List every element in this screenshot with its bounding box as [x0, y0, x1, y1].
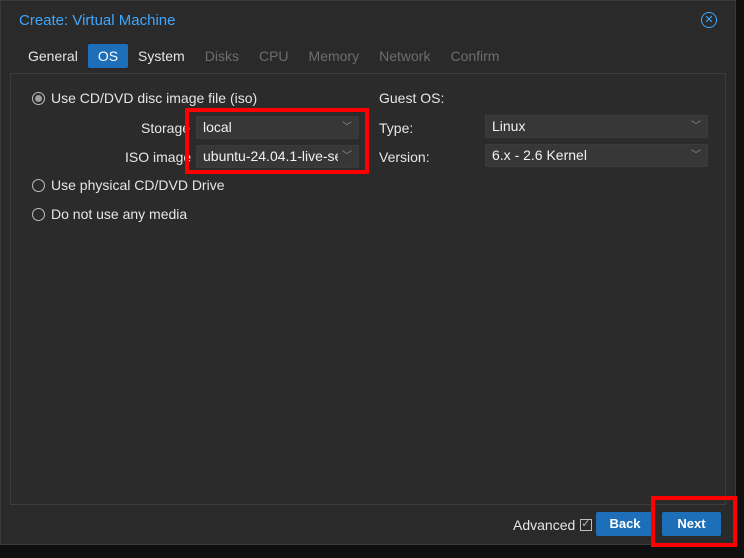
os-panel: Use CD/DVD disc image file (iso) Storage…	[10, 73, 726, 505]
chevron-down-icon: ﹀	[691, 121, 701, 132]
chevron-down-icon: ﹀	[342, 151, 352, 162]
os-version-value: 6.x - 2.6 Kernel	[492, 147, 587, 163]
tab-cpu: CPU	[258, 48, 289, 64]
radio-use-physical[interactable]: Use physical CD/DVD Drive	[32, 177, 224, 193]
tab-network: Network	[379, 48, 431, 64]
os-type-value: Linux	[492, 118, 526, 134]
tab-confirm: Confirm	[450, 48, 500, 64]
iso-image-label: ISO image	[125, 149, 192, 165]
chevron-down-icon: ﹀	[691, 150, 701, 161]
iso-image-value: ubuntu-24.04.1-live-se	[203, 148, 338, 164]
next-button[interactable]: Next	[662, 512, 721, 536]
advanced-toggle[interactable]: Advanced	[513, 517, 593, 533]
iso-image-select[interactable]: ubuntu-24.04.1-live-se ﹀	[196, 145, 359, 168]
tab-disks: Disks	[204, 48, 239, 64]
create-vm-dialog: Create: Virtual Machine ✕ General OS Sys…	[0, 0, 736, 545]
os-type-select[interactable]: Linux ﹀	[485, 115, 708, 138]
close-icon[interactable]: ✕	[701, 12, 717, 28]
radio-no-media[interactable]: Do not use any media	[32, 206, 187, 222]
radio-use-physical-label: Use physical CD/DVD Drive	[51, 177, 225, 193]
radio-no-media-label: Do not use any media	[51, 206, 188, 222]
tab-os[interactable]: OS	[87, 44, 129, 68]
radio-unchecked-icon[interactable]	[32, 207, 45, 221]
tab-memory: Memory	[308, 48, 360, 64]
wizard-tabs: General OS System Disks CPU Memory Netwo…	[18, 44, 509, 68]
os-version-select[interactable]: 6.x - 2.6 Kernel ﹀	[485, 144, 708, 167]
dialog-footer: Advanced Back Next	[10, 505, 726, 542]
os-type-label: Type:	[379, 120, 414, 136]
radio-use-iso[interactable]: Use CD/DVD disc image file (iso)	[32, 90, 257, 106]
storage-select[interactable]: local ﹀	[196, 116, 359, 139]
chevron-down-icon: ﹀	[342, 122, 352, 133]
dialog-titlebar: Create: Virtual Machine ✕	[1, 1, 735, 39]
os-version-label: Version:	[379, 149, 430, 165]
advanced-label: Advanced	[513, 517, 576, 533]
tab-general[interactable]: General	[18, 44, 88, 68]
advanced-checkbox[interactable]	[580, 517, 593, 531]
radio-unchecked-icon[interactable]	[32, 178, 45, 192]
tab-system[interactable]: System	[128, 44, 195, 68]
back-button[interactable]: Back	[596, 512, 654, 536]
storage-label: Storage	[141, 120, 191, 136]
radio-checked-icon[interactable]	[32, 91, 45, 105]
guest-os-heading: Guest OS:	[379, 90, 445, 106]
radio-use-iso-label: Use CD/DVD disc image file (iso)	[51, 90, 258, 106]
dialog-title: Create: Virtual Machine	[19, 12, 176, 29]
storage-value: local	[203, 119, 232, 135]
